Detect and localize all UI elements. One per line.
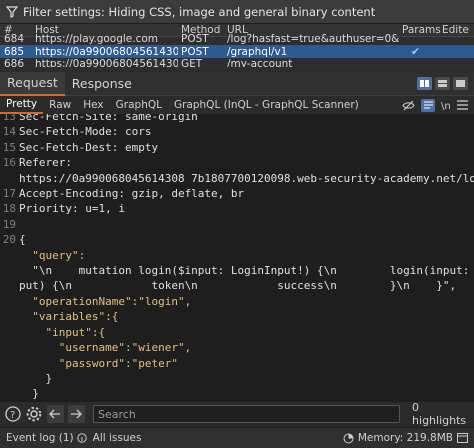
table-row-selected[interactable]: 685 https://0a990068045614308... POST /g… bbox=[0, 45, 474, 58]
newline-icon[interactable]: \n bbox=[441, 100, 451, 111]
line-number bbox=[0, 294, 19, 309]
line-number bbox=[0, 278, 19, 293]
event-log-link[interactable]: Event log (1) bbox=[6, 432, 74, 444]
split-horizontal-icon[interactable] bbox=[417, 77, 432, 90]
code-line: "input":{ bbox=[0, 325, 474, 340]
line-number: 15 bbox=[2, 140, 16, 154]
filter-label: Filter settings: Hiding CSS, image and g… bbox=[23, 4, 376, 19]
filter-icon bbox=[6, 5, 18, 18]
forward-arrow-icon[interactable] bbox=[67, 405, 85, 423]
line-text: Sec-Fetch-Dest: empty bbox=[19, 140, 159, 154]
line-text: "input":{ bbox=[19, 325, 106, 339]
proxy-history-table: # Host Method URL Params Edite 684 https… bbox=[0, 24, 474, 70]
tab-raw[interactable]: Raw bbox=[43, 96, 77, 114]
code-line: "operationName":"login", bbox=[0, 294, 474, 309]
line-text: "query": bbox=[19, 248, 86, 262]
code-line: 13 Sec-Fetch-Site: same-origin bbox=[0, 114, 474, 124]
status-bar: Event log (1) All issues Memory: 219.8MB bbox=[0, 427, 474, 448]
code-line: put) {\n token\n success\n }\n }", bbox=[0, 278, 474, 293]
request-editor[interactable]: 13 Sec-Fetch-Site: same-origin 14 Sec-Fetch… bbox=[0, 114, 474, 402]
single-pane-icon[interactable] bbox=[453, 77, 468, 90]
line-text: "operationName":"login", bbox=[19, 294, 192, 308]
tab-graphql[interactable]: GraphQL bbox=[110, 96, 168, 114]
line-number: 16 bbox=[2, 156, 16, 170]
code-line: 14 Sec-Fetch-Mode: cors bbox=[0, 124, 474, 139]
line-number bbox=[0, 356, 19, 371]
line-number: 20 bbox=[2, 233, 16, 247]
line-text: Sec-Fetch-Site: same-origin bbox=[19, 114, 198, 123]
svg-text:\n: \n bbox=[441, 101, 451, 111]
tab-pretty[interactable]: Pretty bbox=[0, 96, 44, 114]
code-line: 16 Referer: bbox=[0, 155, 474, 170]
search-input[interactable]: Search bbox=[93, 405, 401, 423]
code-line: "\n mutation login($input: LoginInput!) … bbox=[0, 263, 474, 278]
line-number: 18 bbox=[2, 202, 16, 216]
line-number: 17 bbox=[2, 187, 16, 201]
line-text: "variables":{ bbox=[19, 310, 119, 324]
line-number bbox=[0, 386, 19, 401]
line-text: Accept-Encoding: gzip, deflate, br bbox=[19, 187, 245, 201]
editor-subtabs: Pretty Raw Hex GraphQL GraphQL (InQL - G… bbox=[0, 96, 474, 114]
line-number: 19 bbox=[2, 217, 16, 231]
memory-usage: Memory: 219.8MB bbox=[357, 432, 453, 444]
code-line: "query": bbox=[0, 248, 474, 263]
line-text: put) {\n token\n success\n }\n }", bbox=[19, 279, 457, 293]
line-number: 14 bbox=[2, 125, 16, 139]
filter-bar[interactable]: Filter settings: Hiding CSS, image and g… bbox=[0, 0, 474, 24]
help-icon[interactable]: ? bbox=[4, 405, 21, 423]
line-number bbox=[0, 371, 19, 386]
code-line: } bbox=[0, 371, 474, 386]
table-row[interactable]: 686 https://0a990068045614308... GET /my… bbox=[0, 58, 474, 67]
code-line: https://0a990068045614308 7b180770012009… bbox=[0, 171, 474, 186]
wrap-lines-icon[interactable] bbox=[421, 98, 435, 112]
info-icon bbox=[76, 433, 87, 443]
col-edited[interactable]: Edite bbox=[439, 24, 474, 36]
menu-icon[interactable] bbox=[457, 100, 468, 110]
line-text: } bbox=[19, 387, 39, 401]
code-line: } bbox=[0, 386, 474, 401]
line-text: "password":"peter" bbox=[19, 356, 178, 370]
code-line: 15 Sec-Fetch-Dest: empty bbox=[0, 140, 474, 155]
layout-icon[interactable] bbox=[457, 433, 468, 443]
back-arrow-icon[interactable] bbox=[46, 405, 64, 423]
code-line: "variables":{ bbox=[0, 309, 474, 324]
line-number bbox=[0, 309, 19, 324]
code-line: 18 Priority: u=1, i bbox=[0, 201, 474, 216]
tab-graphql-inql[interactable]: GraphQL (InQL - GraphQL Scanner) bbox=[168, 96, 365, 114]
tab-hex[interactable]: Hex bbox=[77, 96, 109, 114]
svg-text:?: ? bbox=[10, 410, 15, 421]
line-number bbox=[0, 171, 19, 186]
code-line: 17 Accept-Encoding: gzip, deflate, br bbox=[0, 186, 474, 201]
params-check-icon: ✔ bbox=[411, 45, 420, 58]
hide-nonprintable-icon[interactable] bbox=[402, 100, 415, 111]
line-number: 13 bbox=[2, 114, 16, 123]
line-number bbox=[0, 248, 19, 263]
line-text: } bbox=[19, 371, 53, 385]
highlights-count: 0 highlights bbox=[412, 401, 467, 427]
code-line: 19 bbox=[0, 217, 474, 232]
line-text bbox=[19, 217, 474, 232]
message-tabs: Request Response bbox=[0, 71, 474, 96]
code-line: "username":"wiener", bbox=[0, 340, 474, 355]
line-text: Referer: bbox=[19, 156, 72, 170]
all-issues-link[interactable]: All issues bbox=[93, 432, 142, 444]
settings-gear-icon[interactable] bbox=[25, 405, 42, 423]
tab-request[interactable]: Request bbox=[0, 71, 65, 96]
line-text: https://0a990068045614308 7b180770012009… bbox=[19, 171, 474, 185]
split-vertical-icon[interactable] bbox=[435, 77, 450, 90]
code-line: "password":"peter" bbox=[0, 356, 474, 371]
line-number bbox=[0, 340, 19, 355]
search-bar: ? Search 0 highlights bbox=[0, 401, 474, 427]
code-line: 20{ bbox=[0, 232, 474, 247]
line-text: { bbox=[19, 233, 26, 247]
tab-response[interactable]: Response bbox=[65, 72, 139, 96]
col-params[interactable]: Params bbox=[399, 24, 441, 36]
line-text: Sec-Fetch-Mode: cors bbox=[19, 125, 152, 139]
memory-icon bbox=[343, 433, 354, 443]
line-text: "\n mutation login($input: LoginInput!) … bbox=[19, 264, 474, 278]
line-text: "username":"wiener", bbox=[19, 341, 192, 355]
line-number bbox=[0, 325, 19, 340]
line-text: Priority: u=1, i bbox=[19, 202, 125, 216]
line-number bbox=[0, 263, 19, 278]
